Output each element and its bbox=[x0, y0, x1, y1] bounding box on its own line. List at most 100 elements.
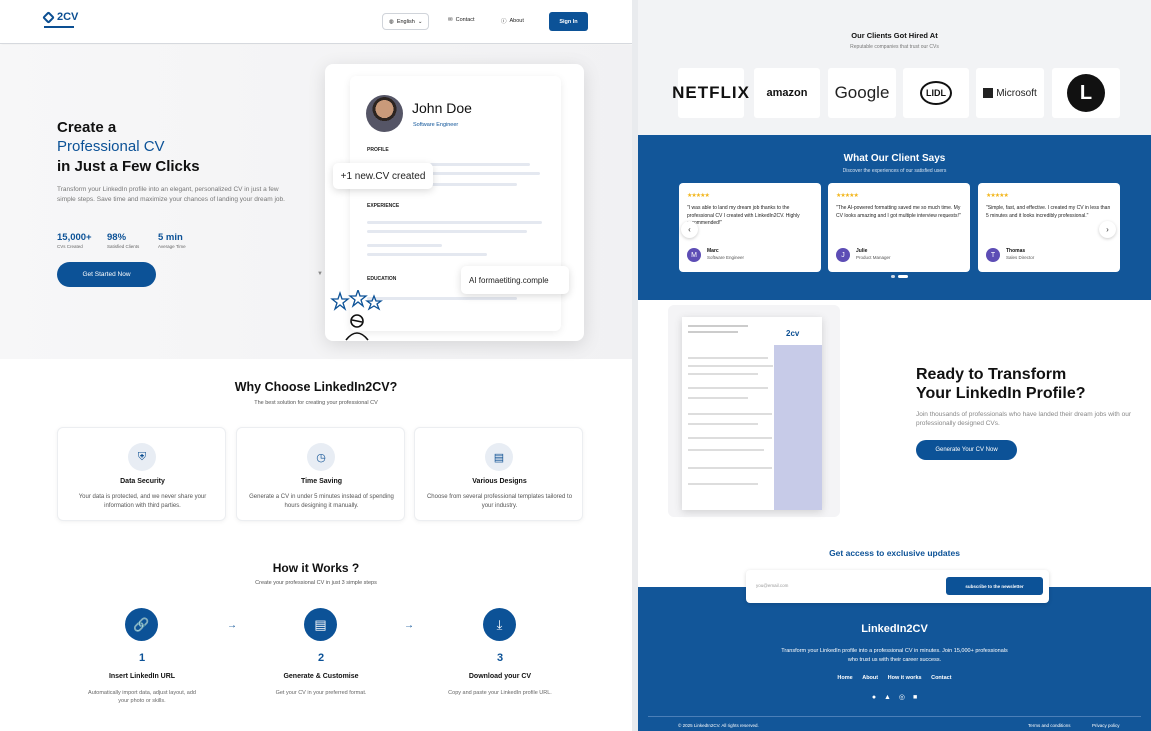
placeholder-line bbox=[688, 483, 758, 485]
google-logo: Google bbox=[828, 68, 896, 118]
language-label: English bbox=[396, 18, 415, 25]
landing-page-top: 2CV ◍ English ⌄ ✉ Contact ⓘ About Sign In Cr… bbox=[0, 0, 632, 731]
nav-contact[interactable]: ✉ Contact bbox=[448, 17, 475, 23]
feature-desc: Generate a CV in under 5 minutes instead… bbox=[249, 494, 394, 509]
why-title: Why Choose LinkedIn2CV? bbox=[234, 380, 398, 394]
feature-card-time: ◷ Time Saving Generate a CV in under 5 m… bbox=[236, 427, 405, 521]
placeholder-line bbox=[430, 163, 530, 166]
feature-desc: Your data is protected, and we never sha… bbox=[78, 494, 207, 509]
testimonial-quote: "Simple, fast, and effective. I created … bbox=[986, 205, 1111, 219]
cv-name: John Doe bbox=[412, 100, 472, 116]
feature-title: Data Security bbox=[120, 478, 165, 485]
placeholder-line bbox=[688, 325, 748, 327]
clients-title: Our Clients Got Hired At bbox=[851, 31, 938, 40]
carousel-dot-active[interactable] bbox=[898, 275, 908, 278]
testimonial-quote: "The AI-powered formatting saved me so m… bbox=[836, 205, 961, 219]
microsoft-logo: Microsoft bbox=[976, 68, 1044, 118]
cv-created-badge: +1 new.CV created bbox=[333, 163, 433, 189]
download-icon: ⤓ bbox=[483, 608, 516, 641]
terms-link[interactable]: Terms and conditions bbox=[1028, 723, 1071, 728]
testimonials-title: What Our Client Says bbox=[843, 153, 946, 164]
placeholder-line bbox=[688, 387, 768, 389]
triangle-down-icon: ▼ bbox=[317, 271, 323, 277]
how-subtitle: Create your professional CV in just 3 si… bbox=[255, 580, 377, 586]
logo-icon bbox=[42, 10, 55, 24]
testimonial-name: Thomas bbox=[1006, 248, 1026, 254]
nav-about-label: About bbox=[509, 18, 524, 24]
leclerc-logo-text: L bbox=[1067, 74, 1105, 112]
carousel-next-button[interactable]: › bbox=[1099, 221, 1116, 238]
placeholder-line bbox=[688, 331, 738, 333]
sign-in-button[interactable]: Sign In bbox=[549, 12, 588, 31]
stat-value: 15,000+ bbox=[57, 232, 92, 243]
nav-about[interactable]: ⓘ About bbox=[501, 17, 524, 25]
avatar: T bbox=[986, 248, 1000, 262]
hero-description: Transform your LinkedIn profile into an … bbox=[57, 186, 285, 203]
placeholder-line bbox=[688, 397, 748, 399]
testimonial-role: Software Engineer bbox=[707, 255, 745, 260]
footer-links: Home About How it works Contact bbox=[638, 675, 1151, 681]
placeholder-line bbox=[430, 172, 540, 175]
feature-card-security: ⛨ Data Security Your data is protected, … bbox=[57, 427, 226, 521]
footer-link-about[interactable]: About bbox=[862, 675, 878, 681]
hero-title-line2: Professional CV bbox=[57, 138, 165, 155]
feature-card-designs: ▤ Various Designs Choose from several pr… bbox=[414, 427, 583, 521]
step-number: 2 bbox=[317, 652, 325, 664]
stat-cvs: 15,000+ CVs Created bbox=[57, 232, 92, 249]
avatar bbox=[366, 95, 403, 132]
privacy-link[interactable]: Privacy policy bbox=[1092, 723, 1120, 728]
lidl-logo-text: LIDL bbox=[920, 81, 952, 105]
cv-sample-logo: 2cv bbox=[786, 329, 800, 338]
placeholder-line bbox=[688, 437, 772, 439]
placeholder-line bbox=[688, 413, 772, 415]
arrow-right-icon: → bbox=[404, 620, 414, 631]
generate-cv-button[interactable]: Generate Your CV Now bbox=[916, 440, 1017, 460]
carousel-prev-button[interactable]: ‹ bbox=[681, 221, 698, 238]
leclerc-logo: L bbox=[1052, 68, 1120, 118]
why-subtitle: The best solution for creating your prof… bbox=[254, 400, 378, 406]
hero-title-line3: in Just a Few Clicks bbox=[57, 158, 200, 175]
cta-title: Ready to Transform Your LinkedIn Profile? bbox=[916, 365, 1086, 403]
language-selector[interactable]: ◍ English ⌄ bbox=[382, 13, 430, 30]
carousel-dot[interactable] bbox=[891, 275, 895, 278]
feature-desc: Choose from several professional templat… bbox=[426, 494, 573, 509]
how-title: How it Works ? bbox=[272, 561, 360, 575]
stat-value: 98% bbox=[107, 232, 127, 243]
stat-label: CVs Created bbox=[57, 244, 83, 249]
netflix-logo: NETFLIX bbox=[672, 68, 749, 118]
footer-link-contact[interactable]: Contact bbox=[931, 675, 951, 681]
instagram-icon[interactable]: ◎ bbox=[899, 694, 905, 701]
lidl-logo: LIDL bbox=[903, 68, 969, 118]
step-number: 3 bbox=[496, 652, 504, 664]
step-title: Download your CV bbox=[468, 673, 532, 680]
cv-section-experience: EXPERIENCE bbox=[367, 203, 400, 209]
footer-link-home[interactable]: Home bbox=[837, 675, 852, 681]
avatar: J bbox=[836, 248, 850, 262]
get-started-button[interactable]: Get Started Now bbox=[57, 262, 156, 287]
clients-subtitle: Reputable companies that trust our CVs bbox=[850, 44, 939, 50]
stars-person-icon bbox=[330, 290, 383, 341]
twitter-icon[interactable]: ▲ bbox=[884, 694, 891, 701]
placeholder-line bbox=[367, 230, 527, 233]
placeholder-line bbox=[367, 253, 487, 256]
newsletter-form: you@email.com subscribe to the newslette… bbox=[746, 570, 1049, 603]
placeholder-line bbox=[688, 449, 764, 451]
linkedin-icon[interactable]: ■ bbox=[913, 694, 917, 701]
testimonial-role: Product Manager bbox=[856, 255, 891, 260]
globe-icon: ◍ bbox=[389, 18, 394, 25]
footer-title: LinkedIn2CV bbox=[861, 623, 928, 635]
subscribe-button[interactable]: subscribe to the newsletter bbox=[946, 577, 1043, 595]
stat-time: 5 min Average Time bbox=[158, 232, 186, 249]
facebook-icon[interactable]: ● bbox=[872, 694, 876, 701]
placeholder-line bbox=[367, 244, 442, 247]
stat-label: Satisfied Clients bbox=[107, 244, 140, 249]
logo[interactable]: 2CV bbox=[42, 10, 78, 24]
email-field[interactable]: you@email.com bbox=[756, 583, 788, 588]
social-links: ● ▲ ◎ ■ bbox=[638, 693, 1151, 701]
feature-title: Time Saving bbox=[300, 478, 343, 485]
step-desc: Copy and paste your LinkedIn profile URL… bbox=[448, 690, 552, 696]
placeholder-line bbox=[688, 373, 758, 375]
footer-link-how[interactable]: How it works bbox=[888, 675, 922, 681]
placeholder-line bbox=[367, 297, 517, 300]
stat-value: 5 min bbox=[158, 232, 183, 243]
